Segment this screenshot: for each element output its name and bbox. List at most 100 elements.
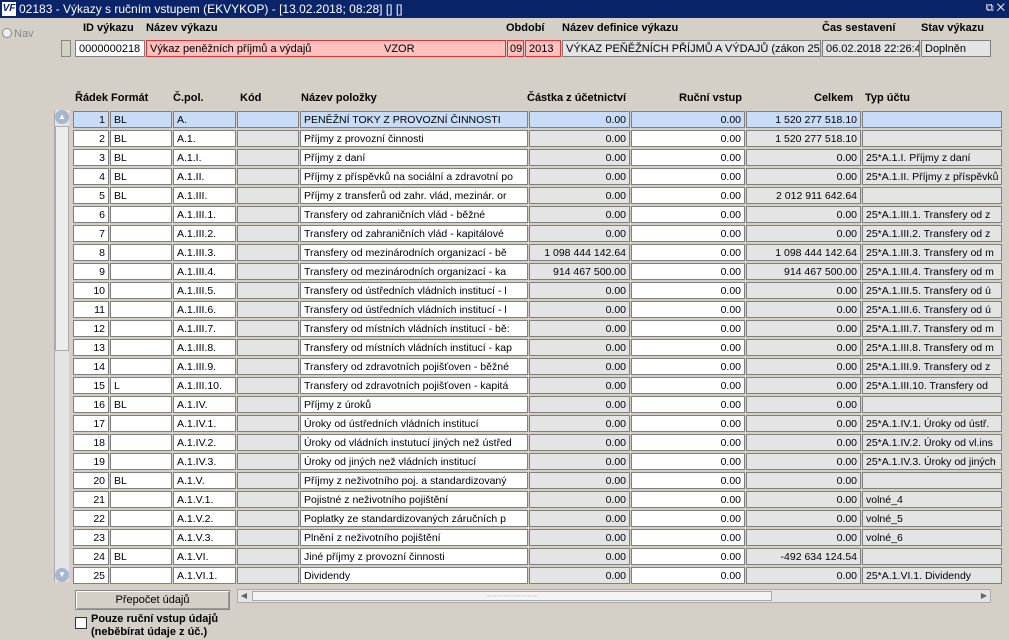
cell-castka[interactable]: 0.00 (529, 529, 630, 546)
cell-kod[interactable] (237, 339, 299, 356)
cell-typ[interactable]: 25*A.1.IV.1. Úroky od ústř. (862, 415, 1002, 432)
cell-format[interactable] (110, 415, 172, 432)
nazev-field[interactable]: Výkaz peněžních příjmů a výdajů VZOR (146, 40, 506, 57)
cell-rucni[interactable]: 0.00 (631, 567, 745, 584)
cell-radek[interactable]: 14 (73, 358, 109, 375)
cell-cpol[interactable]: A.1.V.3. (173, 529, 236, 546)
cell-castka[interactable]: 0.00 (529, 377, 630, 394)
table-row[interactable]: 10 A.1.III.5. Transfery od ústředních vlád… (73, 281, 1008, 300)
cell-kod[interactable] (237, 111, 299, 128)
table-row[interactable]: 2 BL A.1. Příjmy z provozní činnosti 0.00 0.0… (73, 129, 1008, 148)
cell-cpol[interactable]: A.1.III.4. (173, 263, 236, 280)
cell-rucni[interactable]: 0.00 (631, 339, 745, 356)
cell-kod[interactable] (237, 529, 299, 546)
cell-kod[interactable] (237, 130, 299, 147)
cell-kod[interactable] (237, 415, 299, 432)
cell-radek[interactable]: 22 (73, 510, 109, 527)
cell-castka[interactable]: 0.00 (529, 396, 630, 413)
cell-format[interactable] (110, 434, 172, 451)
cell-nazev[interactable]: Příjmy z úroků (300, 396, 528, 413)
cell-cpol[interactable]: A.1.IV.3. (173, 453, 236, 470)
cell-format[interactable] (110, 225, 172, 242)
cell-rucni[interactable]: 0.00 (631, 130, 745, 147)
table-row[interactable]: 22 A.1.V.2. Poplatky ze standardizovaných … (73, 509, 1008, 528)
cell-cpol[interactable]: A.1.V.2. (173, 510, 236, 527)
cell-celkem[interactable]: 0.00 (746, 358, 861, 375)
mesic-field[interactable]: 09 (507, 40, 524, 57)
cell-typ[interactable]: 25*A.1.III.10. Transfery od (862, 377, 1002, 394)
cell-format[interactable] (110, 206, 172, 223)
cell-nazev[interactable]: Jiné příjmy z provozní činnosti (300, 548, 528, 565)
cell-radek[interactable]: 17 (73, 415, 109, 432)
cell-format[interactable] (110, 244, 172, 261)
cell-kod[interactable] (237, 168, 299, 185)
cell-rucni[interactable]: 0.00 (631, 491, 745, 508)
table-row[interactable]: 20 BL A.1.V. Příjmy z neživotního poj. a st… (73, 471, 1008, 490)
cell-kod[interactable] (237, 567, 299, 584)
cell-kod[interactable] (237, 510, 299, 527)
cell-celkem[interactable]: 0.00 (746, 529, 861, 546)
cell-celkem[interactable]: 0.00 (746, 434, 861, 451)
cell-castka[interactable]: 0.00 (529, 206, 630, 223)
cell-typ[interactable]: 25*A.1.III.6. Transfery od ú (862, 301, 1002, 318)
table-row[interactable]: 14 A.1.III.9. Transfery od zdravotních poj… (73, 357, 1008, 376)
cell-radek[interactable]: 2 (73, 130, 109, 147)
cell-typ[interactable] (862, 111, 1002, 128)
nav-radio[interactable]: Nav (2, 28, 34, 40)
cell-typ[interactable]: volné_4 (862, 491, 1002, 508)
cell-celkem[interactable]: 914 467 500.00 (746, 263, 861, 280)
table-row[interactable]: 3 BL A.1.I. Příjmy z daní 0.00 0.00 0.00 25*A.1… (73, 148, 1008, 167)
cell-radek[interactable]: 24 (73, 548, 109, 565)
cell-rucni[interactable]: 0.00 (631, 453, 745, 470)
cell-castka[interactable]: 0.00 (529, 548, 630, 565)
cell-castka[interactable]: 0.00 (529, 339, 630, 356)
cell-format[interactable] (110, 529, 172, 546)
cell-typ[interactable]: volné_5 (862, 510, 1002, 527)
cell-celkem[interactable]: 0.00 (746, 206, 861, 223)
cell-celkem[interactable]: 0.00 (746, 453, 861, 470)
table-row[interactable]: 19 A.1.IV.3. Úroky od jiných než vládních … (73, 452, 1008, 471)
cell-format[interactable] (110, 263, 172, 280)
scroll-up-icon[interactable]: ▲ (55, 110, 69, 124)
table-row[interactable]: 13 A.1.III.8. Transfery od místních vládní… (73, 338, 1008, 357)
cell-rucni[interactable]: 0.00 (631, 472, 745, 489)
cell-castka[interactable]: 0.00 (529, 187, 630, 204)
cell-nazev[interactable]: Příjmy z transferů od zahr. vlád, meziná… (300, 187, 528, 204)
cell-castka[interactable]: 0.00 (529, 472, 630, 489)
cell-cpol[interactable]: A.1.II. (173, 168, 236, 185)
cell-cpol[interactable]: A.1.IV.1. (173, 415, 236, 432)
cell-castka[interactable]: 0.00 (529, 301, 630, 318)
cas-field[interactable]: 06.02.2018 22:26:4 (822, 40, 920, 57)
stav-field[interactable]: Doplněn (921, 40, 991, 57)
cell-typ[interactable]: 25*A.1.III.5. Transfery od ú (862, 282, 1002, 299)
scroll-left-icon[interactable]: ◀ (238, 590, 250, 602)
cell-celkem[interactable]: 0.00 (746, 567, 861, 584)
cell-radek[interactable]: 8 (73, 244, 109, 261)
scroll-right-icon[interactable]: ▶ (978, 590, 990, 602)
scroll-thumb[interactable] (55, 126, 69, 351)
cell-radek[interactable]: 1 (73, 111, 109, 128)
cell-rucni[interactable]: 0.00 (631, 263, 745, 280)
cell-format[interactable]: L (110, 377, 172, 394)
cell-cpol[interactable]: A.1.VI.1. (173, 567, 236, 584)
table-row[interactable]: 25 A.1.VI.1. Dividendy 0.00 0.00 0.00 25*A.1.V… (73, 566, 1008, 585)
cell-cpol[interactable]: A.1.III. (173, 187, 236, 204)
cell-castka[interactable]: 0.00 (529, 358, 630, 375)
cell-celkem[interactable]: 0.00 (746, 510, 861, 527)
cell-castka[interactable]: 0.00 (529, 130, 630, 147)
table-row[interactable]: 16 BL A.1.IV. Příjmy z úroků 0.00 0.00 0.00 (73, 395, 1008, 414)
cell-nazev[interactable]: Úroky od vládních instutucí jiných než ú… (300, 434, 528, 451)
record-selector[interactable] (61, 40, 71, 57)
cell-typ[interactable]: 25*A.1.III.2. Transfery od z (862, 225, 1002, 242)
cell-nazev[interactable]: Transfery od místních vládních institucí… (300, 339, 528, 356)
table-row[interactable]: 23 A.1.V.3. Plnění z neživotního pojištění… (73, 528, 1008, 547)
cell-cpol[interactable]: A.1. (173, 130, 236, 147)
table-row[interactable]: 4 BL A.1.II. Příjmy z příspěvků na sociální… (73, 167, 1008, 186)
cell-kod[interactable] (237, 263, 299, 280)
cell-rucni[interactable]: 0.00 (631, 434, 745, 451)
cell-cpol[interactable]: A.1.III.2. (173, 225, 236, 242)
cell-celkem[interactable]: 0.00 (746, 377, 861, 394)
cell-kod[interactable] (237, 244, 299, 261)
cell-rucni[interactable]: 0.00 (631, 111, 745, 128)
cell-radek[interactable]: 19 (73, 453, 109, 470)
